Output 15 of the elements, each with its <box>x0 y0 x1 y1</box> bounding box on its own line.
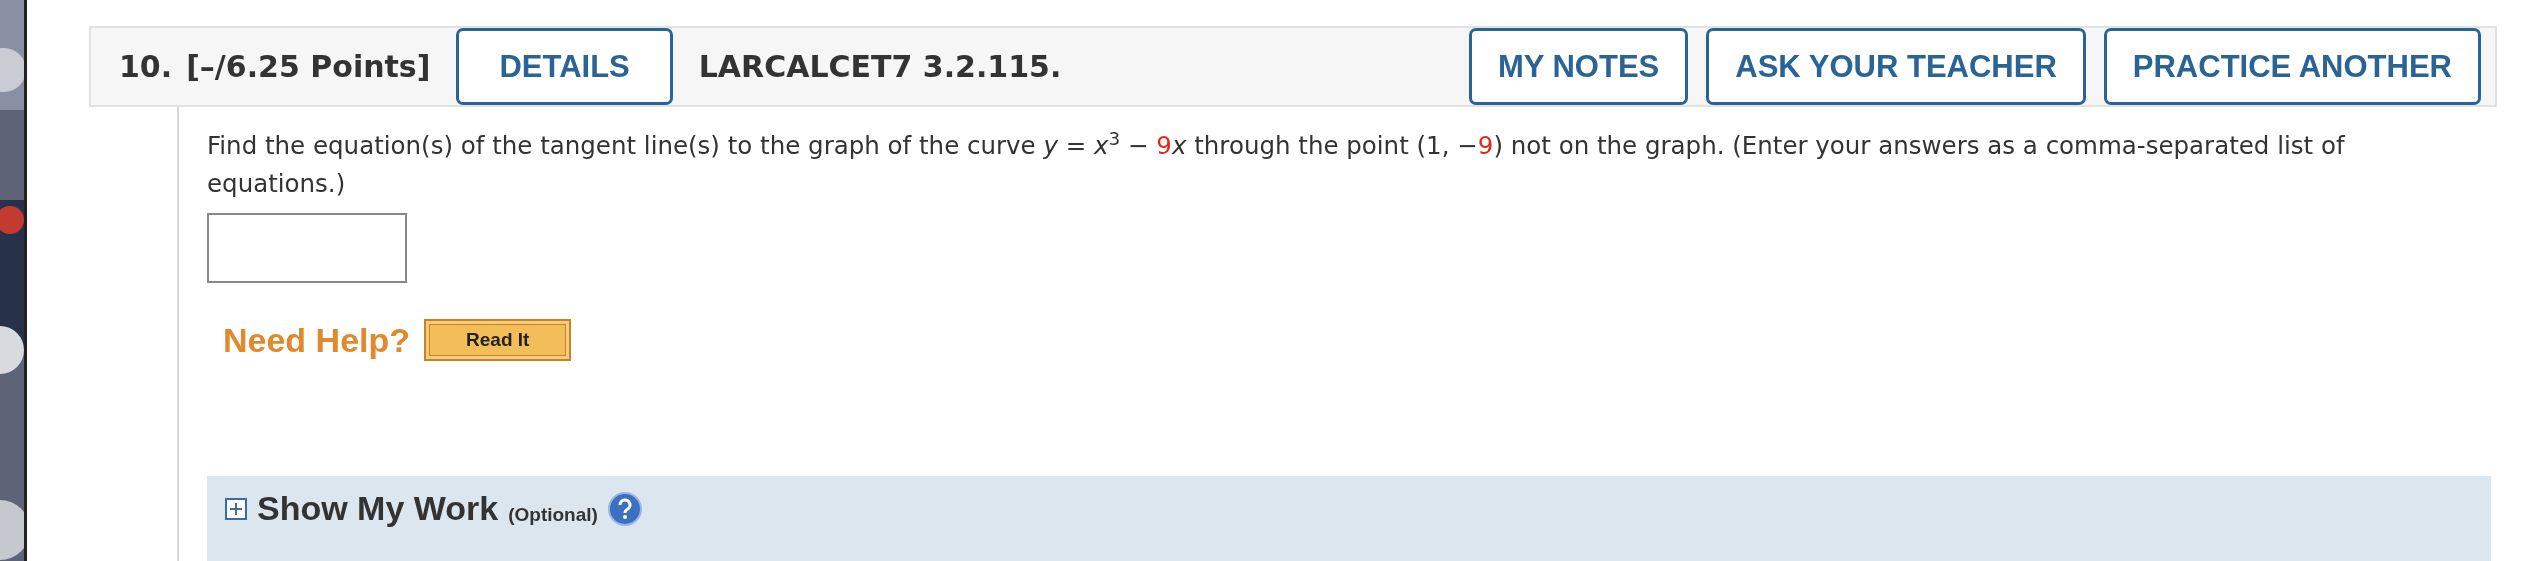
read-it-button[interactable]: Read It <box>424 319 572 361</box>
question-number: 10. <box>119 49 173 84</box>
details-button[interactable]: DETAILS <box>456 28 673 105</box>
question-points: [–/6.25 Points] <box>186 49 431 84</box>
plus-icon[interactable] <box>225 498 247 520</box>
question-code: LARCALCET7 3.2.115. <box>698 49 1062 84</box>
need-help-label: Need Help? <box>223 320 411 360</box>
practice-button[interactable]: PRACTICE ANOTHER <box>2103 28 2481 105</box>
ask-teacher-button[interactable]: ASK YOUR TEACHER <box>1706 28 2086 105</box>
notes-button[interactable]: MY NOTES <box>1468 28 1689 105</box>
answer-field[interactable] <box>207 213 407 283</box>
show-work-title[interactable]: Show My Work <box>257 488 499 528</box>
optional-note: (Optional) <box>508 504 598 526</box>
help-icon[interactable] <box>607 492 642 526</box>
question-text: Find the equation(s) of the tangent line(s) to the graph of the curve y = x$^{3}$ − 9x through the point (1, −9) not on the graph. (Enter your answers as a comma-separated list of equations.) <box>207 127 2346 200</box>
